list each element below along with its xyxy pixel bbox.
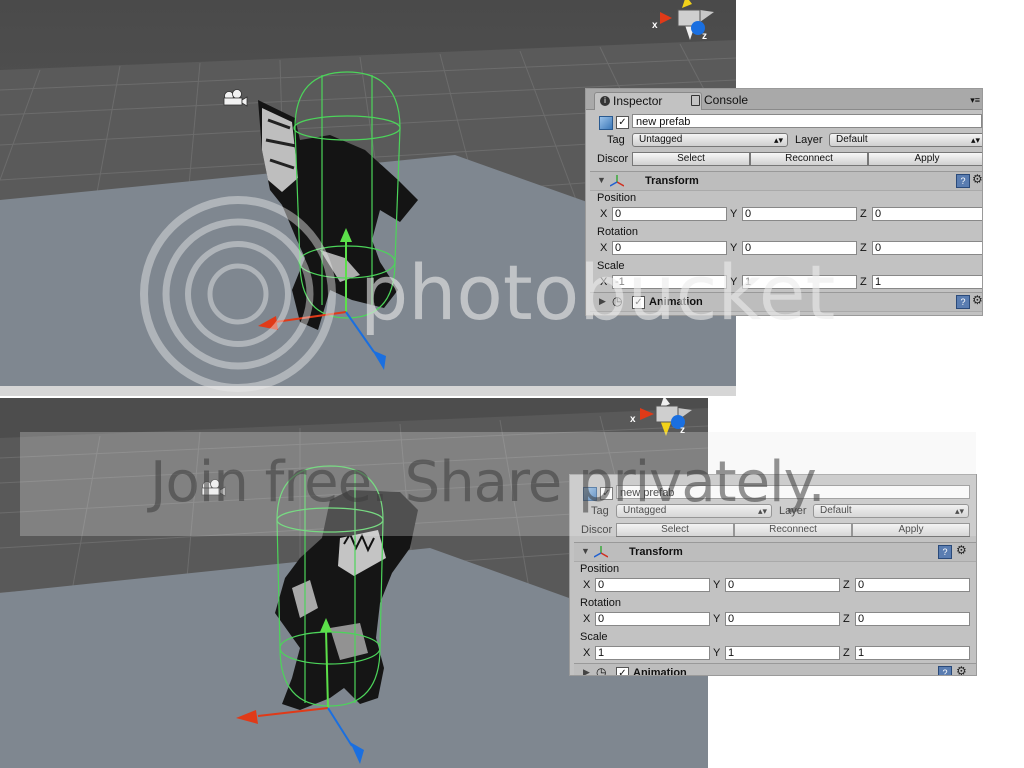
console-icon bbox=[691, 95, 700, 106]
transform-axes-icon bbox=[610, 175, 624, 187]
position-z-field[interactable]: 0 bbox=[855, 578, 970, 592]
prefab-label: Discor bbox=[597, 153, 629, 165]
rotation-x-label: X bbox=[583, 613, 591, 625]
help-icon[interactable]: ? bbox=[938, 545, 952, 559]
inspector-tab-bar: i Inspector Console ▾≡ bbox=[586, 89, 982, 110]
gameobject-cube-icon bbox=[599, 116, 613, 130]
rotation-label: Rotation bbox=[580, 597, 621, 609]
position-label: Position bbox=[580, 563, 620, 575]
scale-z-label: Z bbox=[860, 276, 867, 288]
prefab-select-button[interactable]: Select bbox=[632, 152, 750, 166]
scale-z-label: Z bbox=[843, 647, 850, 659]
photobucket-brand-text: photobucket bbox=[360, 248, 836, 337]
gizmo-x-label: x bbox=[630, 414, 636, 425]
position-z-label: Z bbox=[843, 579, 850, 591]
gear-icon[interactable]: ⚙ bbox=[956, 664, 967, 675]
transform-title: Transform bbox=[629, 546, 683, 558]
prefab-apply-button[interactable]: Apply bbox=[868, 152, 982, 166]
help-icon[interactable]: ? bbox=[956, 295, 970, 309]
gear-icon[interactable]: ⚙ bbox=[972, 172, 982, 186]
rotation-y-label: Y bbox=[713, 613, 721, 625]
prefab-reconnect-button[interactable]: Reconnect bbox=[750, 152, 868, 166]
scale-z-field[interactable]: 1 bbox=[855, 646, 970, 660]
animation-title: Animation bbox=[633, 667, 687, 676]
panel-options-icon[interactable]: ▾≡ bbox=[970, 95, 980, 106]
tab-console-label: Console bbox=[704, 93, 749, 107]
rotation-y-field[interactable]: 0 bbox=[725, 612, 840, 626]
tag-dropdown[interactable]: Untagged ▴▾ bbox=[632, 133, 788, 147]
gear-icon[interactable]: ⚙ bbox=[956, 543, 967, 557]
position-y-field[interactable]: 0 bbox=[725, 578, 840, 592]
watermark-slogan-band: Join free. Share privately. bbox=[20, 432, 976, 536]
tab-inspector-label: Inspector bbox=[613, 94, 663, 108]
rotation-z-field[interactable]: 0 bbox=[855, 612, 970, 626]
foldout-expanded-icon[interactable]: ▼ bbox=[597, 175, 606, 185]
info-icon: i bbox=[600, 96, 610, 106]
position-x-label: X bbox=[583, 579, 591, 591]
layer-label: Layer bbox=[795, 134, 823, 146]
help-icon[interactable]: ? bbox=[956, 174, 970, 188]
foldout-collapsed-icon[interactable]: ▶ bbox=[583, 667, 590, 675]
transform-title: Transform bbox=[645, 175, 699, 187]
dropdown-arrow-icon: ▴▾ bbox=[773, 135, 783, 145]
transform-axes-icon bbox=[594, 546, 608, 558]
photobucket-watermark: photobucket bbox=[140, 196, 860, 396]
tag-label: Tag bbox=[607, 134, 625, 146]
gizmo-x-label: x bbox=[652, 20, 658, 31]
scale-y-label: Y bbox=[713, 647, 721, 659]
scale-x-label: X bbox=[583, 647, 591, 659]
animation-header[interactable]: ▶ ◷ ✓ Animation ? ⚙ bbox=[574, 663, 976, 676]
rotation-z-field[interactable]: 0 bbox=[872, 241, 982, 255]
gear-icon[interactable]: ⚙ bbox=[972, 293, 982, 307]
position-x-field[interactable]: 0 bbox=[595, 578, 710, 592]
rotation-z-label: Z bbox=[860, 242, 867, 254]
position-z-field[interactable]: 0 bbox=[872, 207, 982, 221]
clock-icon: ◷ bbox=[596, 665, 607, 676]
rotation-x-field[interactable]: 0 bbox=[595, 612, 710, 626]
scale-x-field[interactable]: 1 bbox=[595, 646, 710, 660]
tag-value: Untagged bbox=[639, 134, 683, 145]
help-icon[interactable]: ? bbox=[938, 666, 952, 675]
watermark-slogan-text: Join free. Share privately. bbox=[150, 450, 826, 515]
position-y-label: Y bbox=[713, 579, 721, 591]
layer-value: Default bbox=[836, 134, 868, 145]
scale-y-field[interactable]: 1 bbox=[725, 646, 840, 660]
dropdown-arrow-icon: ▴▾ bbox=[970, 135, 980, 145]
scale-label: Scale bbox=[580, 631, 608, 643]
active-checkbox[interactable]: ✓ bbox=[616, 116, 629, 129]
foldout-expanded-icon[interactable]: ▼ bbox=[581, 546, 590, 556]
tab-console[interactable]: Console bbox=[686, 92, 784, 109]
layer-dropdown[interactable]: Default ▴▾ bbox=[829, 133, 982, 147]
position-z-label: Z bbox=[860, 208, 867, 220]
transform-header[interactable]: ▼ Transform ? ⚙ bbox=[590, 171, 982, 191]
scale-z-field[interactable]: 1 bbox=[872, 275, 982, 289]
gizmo-z-label: z bbox=[702, 31, 707, 42]
animation-enabled-checkbox[interactable]: ✓ bbox=[616, 667, 629, 675]
object-name-field[interactable]: new prefab bbox=[632, 114, 982, 128]
rotation-z-label: Z bbox=[843, 613, 850, 625]
transform-header[interactable]: ▼ Transform ? ⚙ bbox=[574, 542, 976, 562]
